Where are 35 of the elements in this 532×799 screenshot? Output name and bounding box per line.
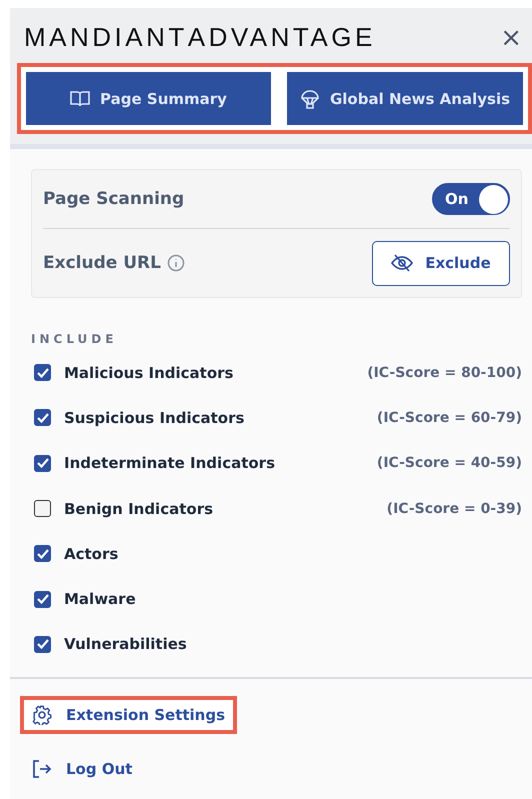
- checkbox-label: Malicious Indicators: [64, 364, 234, 382]
- exclude-url-label: Exclude URL: [43, 253, 161, 273]
- score-range: (IC-Score = 80-100): [367, 364, 522, 381]
- book-icon: [70, 90, 90, 108]
- checkbox-label: Vulnerabilities: [64, 635, 187, 654]
- checkbox-label: Indeterminate Indicators: [64, 454, 276, 472]
- checkbox[interactable]: [34, 500, 51, 518]
- checkbox[interactable]: [34, 409, 51, 426]
- page-scanning-label: Page Scanning: [43, 189, 184, 209]
- close-button[interactable]: ×: [494, 22, 528, 52]
- checkbox[interactable]: [34, 545, 51, 562]
- gear-icon: [32, 705, 52, 726]
- exclude-button[interactable]: Exclude: [372, 240, 510, 286]
- checkbox[interactable]: [34, 590, 51, 608]
- info-icon[interactable]: [166, 254, 185, 272]
- score-range: (IC-Score = 60-79): [376, 410, 522, 426]
- tab-button[interactable]: Global News Analysis: [287, 72, 523, 125]
- checkbox-label: Benign Indicators: [64, 500, 214, 518]
- checkbox[interactable]: [34, 636, 51, 653]
- toggle-switch[interactable]: On: [432, 183, 510, 215]
- checkbox-label: Malware: [64, 590, 136, 608]
- parachute-icon: [300, 88, 320, 108]
- eye-slash-icon: [391, 254, 414, 272]
- checkbox-label: Suspicious Indicators: [64, 408, 244, 427]
- score-range: (IC-Score = 0-39): [386, 500, 522, 517]
- checkbox[interactable]: [34, 364, 51, 382]
- tab-button[interactable]: Page Summary: [26, 72, 271, 125]
- checkbox[interactable]: [34, 454, 51, 472]
- checkbox-label: Actors: [64, 544, 118, 563]
- menu-link[interactable]: Log Out: [32, 759, 132, 780]
- section-heading: INCLUDE: [31, 332, 118, 346]
- logout-icon: [32, 759, 52, 780]
- score-range: (IC-Score = 40-59): [376, 455, 522, 472]
- menu-link[interactable]: Extension Settings: [32, 705, 226, 726]
- logo: MANDIANTADVANTAGE: [24, 22, 376, 53]
